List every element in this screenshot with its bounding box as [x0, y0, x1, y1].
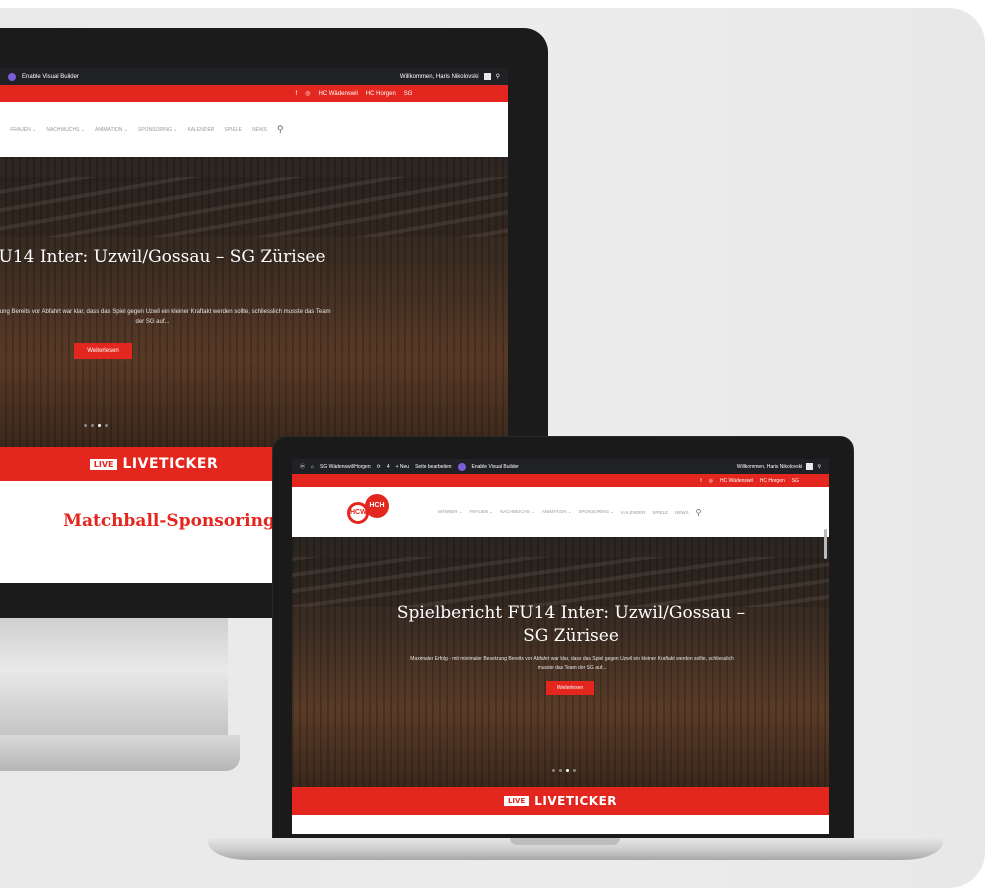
top-link-hc-waedenswil[interactable]: HC Wädenswil [720, 478, 753, 484]
liveticker-label: LIVETICKER [122, 456, 219, 472]
top-link-hc-horgen[interactable]: HC Horgen [366, 91, 396, 97]
nav-item-sponsoring[interactable]: SPONSORING ⌄ [579, 509, 615, 515]
laptop-opening-notch [510, 838, 620, 845]
laptop-hero-slider: Spielbericht FU14 Inter: Uzwil/Gossau – … [292, 537, 829, 787]
slider-dot[interactable] [573, 769, 576, 772]
updates-icon[interactable]: ⟳ [377, 464, 381, 470]
comments-count[interactable]: 4 [387, 464, 390, 470]
welcome-user-link[interactable]: Willkommen, Haris Nikolovski [400, 74, 479, 80]
slider-dots [552, 769, 576, 772]
slider-dot[interactable] [105, 424, 108, 427]
nav-item-nachwuchs[interactable]: NACHWUCHS ⌄ [46, 127, 85, 133]
liveticker-banner[interactable]: LIVE LIVETICKER [292, 787, 829, 815]
live-badge: LIVE [89, 458, 118, 470]
laptop-screen: ⓦ ⌂ SG Wädenswil/Horgen ⟳ 4 + Neu Seite … [292, 459, 829, 834]
welcome-user-link[interactable]: Willkommen, Haris Nikolovski [737, 464, 803, 470]
slider-dots [84, 424, 108, 427]
nav-item-sponsoring[interactable]: SPONSORING ⌄ [138, 127, 177, 133]
live-badge: LIVE [503, 796, 530, 806]
nav-item-news[interactable]: NEWS [252, 127, 267, 133]
facebook-icon[interactable]: f [700, 478, 701, 484]
slider-dot[interactable] [91, 424, 94, 427]
laptop: ⓦ ⌂ SG Wädenswil/Horgen ⟳ 4 + Neu Seite … [272, 436, 854, 841]
hero-title[interactable]: t FU14 Inter: Uzwil/Gossau – SG Zürisee [0, 245, 330, 269]
admin-search-icon[interactable]: ⚲ [817, 464, 821, 470]
slider-dot-active[interactable] [98, 424, 101, 427]
monitor-stand [0, 618, 228, 748]
visual-builder-link[interactable]: Enable Visual Builder [472, 464, 519, 470]
instagram-icon[interactable]: ◎ [709, 478, 713, 484]
nav-item-animation[interactable]: ANIMATION ⌄ [95, 127, 128, 133]
avatar[interactable] [483, 73, 491, 80]
instagram-icon[interactable]: ◎ [305, 90, 310, 97]
visual-builder-link[interactable]: Enable Visual Builder [22, 74, 79, 80]
nav-item-kalender[interactable]: KALENDER [621, 510, 645, 515]
read-more-button[interactable]: Weiterlesen [74, 343, 132, 359]
visual-builder-icon [8, 72, 16, 81]
facebook-icon[interactable]: f [296, 91, 298, 97]
hero-title[interactable]: Spielbericht FU14 Inter: Uzwil/Gossau – … [392, 602, 750, 648]
liveticker-label: LIVETICKER [534, 794, 618, 808]
desktop-main-nav: ⌄ FRAUEN ⌄ NACHWUCHS ⌄ ANIMATION ⌄ SPONS… [0, 102, 508, 157]
read-more-button[interactable]: Weiterlesen [546, 681, 594, 695]
desktop-top-bar: f ◎ HC Wädenswil HC Horgen SG [0, 85, 508, 102]
nav-item-spiele[interactable]: SPIELE [224, 127, 242, 133]
site-home-icon[interactable]: ⌂ [311, 464, 314, 470]
nav-search-icon[interactable]: ⚲ [277, 124, 284, 135]
top-link-sg[interactable]: SG [404, 91, 413, 97]
visual-builder-icon [457, 462, 466, 471]
nav-item-maenner[interactable]: MÄNNER ⌄ [438, 509, 463, 515]
logo-hch: HCH [365, 494, 389, 518]
content-strip [292, 815, 829, 834]
site-name-link[interactable]: SG Wädenswil/Horgen [320, 464, 371, 470]
nav-search-icon[interactable]: ⚲ [696, 508, 702, 517]
laptop-main-nav: HCW HCH MÄNNER ⌄ FRAUEN ⌄ NACHWUCHS ⌄ AN… [292, 487, 829, 537]
nav-item-frauen[interactable]: FRAUEN ⌄ [470, 509, 494, 515]
top-link-hc-horgen[interactable]: HC Horgen [760, 478, 785, 484]
avatar[interactable] [806, 463, 814, 470]
hero-excerpt: er Besetzung Bereits vor Abfahrt war kla… [0, 309, 331, 325]
slider-dot[interactable] [559, 769, 562, 772]
top-link-hc-waedenswil[interactable]: HC Wädenswil [318, 91, 357, 97]
desktop-admin-bar: Enable Visual Builder Willkommen, Haris … [0, 68, 508, 85]
wordpress-icon[interactable]: ⓦ [300, 463, 305, 470]
hero-excerpt: Maximaler Erfolg - mit minimaler Besetzu… [410, 656, 734, 671]
new-link[interactable]: + Neu [396, 464, 409, 470]
site-logo[interactable]: HCW HCH [347, 494, 391, 530]
slider-dot[interactable] [552, 769, 555, 772]
nav-item-spiele[interactable]: SPIELE [652, 510, 668, 515]
nav-item-kalender[interactable]: KALENDER [187, 127, 214, 133]
slider-dot[interactable] [84, 424, 87, 427]
nav-item-nachwuchs[interactable]: NACHWUCHS ⌄ [500, 509, 535, 515]
monitor-foot [0, 735, 240, 771]
admin-search-icon[interactable]: ⚲ [496, 73, 500, 80]
edit-page-link[interactable]: Seite bearbeiten [415, 464, 451, 470]
laptop-top-bar: f ◎ HC Wädenswil HC Horgen SG [292, 474, 829, 487]
nav-item-news[interactable]: NEWS [675, 510, 689, 515]
matchball-heading: Matchball-Sponsoring [63, 511, 275, 531]
nav-item-frauen[interactable]: FRAUEN ⌄ [10, 127, 36, 133]
nav-item-animation[interactable]: ANIMATION ⌄ [542, 509, 572, 515]
desktop-hero-slider: t FU14 Inter: Uzwil/Gossau – SG Zürisee … [0, 157, 508, 447]
laptop-admin-bar: ⓦ ⌂ SG Wädenswil/Horgen ⟳ 4 + Neu Seite … [292, 459, 829, 474]
page-scrollbar[interactable] [824, 529, 827, 559]
top-link-sg[interactable]: SG [792, 478, 799, 484]
slider-dot-active[interactable] [566, 769, 569, 772]
